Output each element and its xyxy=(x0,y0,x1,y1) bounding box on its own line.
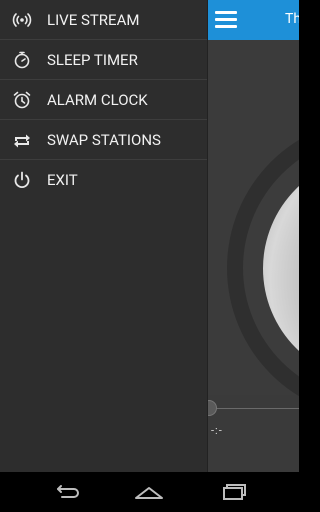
seek-bar[interactable] xyxy=(207,408,299,409)
menu-item-live-stream[interactable]: LIVE STREAM xyxy=(0,0,207,40)
time-label: -:- xyxy=(211,424,223,437)
app-header: Th xyxy=(207,0,299,40)
recent-apps-icon[interactable] xyxy=(212,480,252,504)
sleep-timer-icon xyxy=(12,50,32,70)
swap-stations-icon xyxy=(12,130,32,150)
menu-item-swap-stations[interactable]: SWAP STATIONS xyxy=(0,120,207,160)
main-content: Th -:- xyxy=(207,0,299,472)
hamburger-menu-icon[interactable] xyxy=(215,9,237,31)
app-screen: Th -:- LIVE STREAM SLEEP TIMER ALARM CLO… xyxy=(0,0,299,472)
navigation-drawer: LIVE STREAM SLEEP TIMER ALARM CLOCK SWAP… xyxy=(0,0,207,472)
seek-thumb[interactable] xyxy=(207,400,217,416)
power-icon xyxy=(12,170,32,190)
player-area xyxy=(207,40,299,418)
menu-item-alarm-clock[interactable]: ALARM CLOCK xyxy=(0,80,207,120)
menu-item-label: SWAP STATIONS xyxy=(47,131,161,149)
menu-item-label: ALARM CLOCK xyxy=(47,91,148,109)
alarm-clock-icon xyxy=(12,90,32,110)
menu-item-exit[interactable]: EXIT xyxy=(0,160,207,200)
live-stream-icon xyxy=(12,10,32,30)
menu-item-label: SLEEP TIMER xyxy=(47,51,138,69)
system-nav-bar xyxy=(0,472,299,512)
menu-item-label: EXIT xyxy=(47,171,78,189)
app-title: Th xyxy=(285,11,299,27)
back-icon[interactable] xyxy=(46,480,86,504)
menu-item-label: LIVE STREAM xyxy=(47,11,140,29)
menu-item-sleep-timer[interactable]: SLEEP TIMER xyxy=(0,40,207,80)
home-icon[interactable] xyxy=(129,480,169,504)
